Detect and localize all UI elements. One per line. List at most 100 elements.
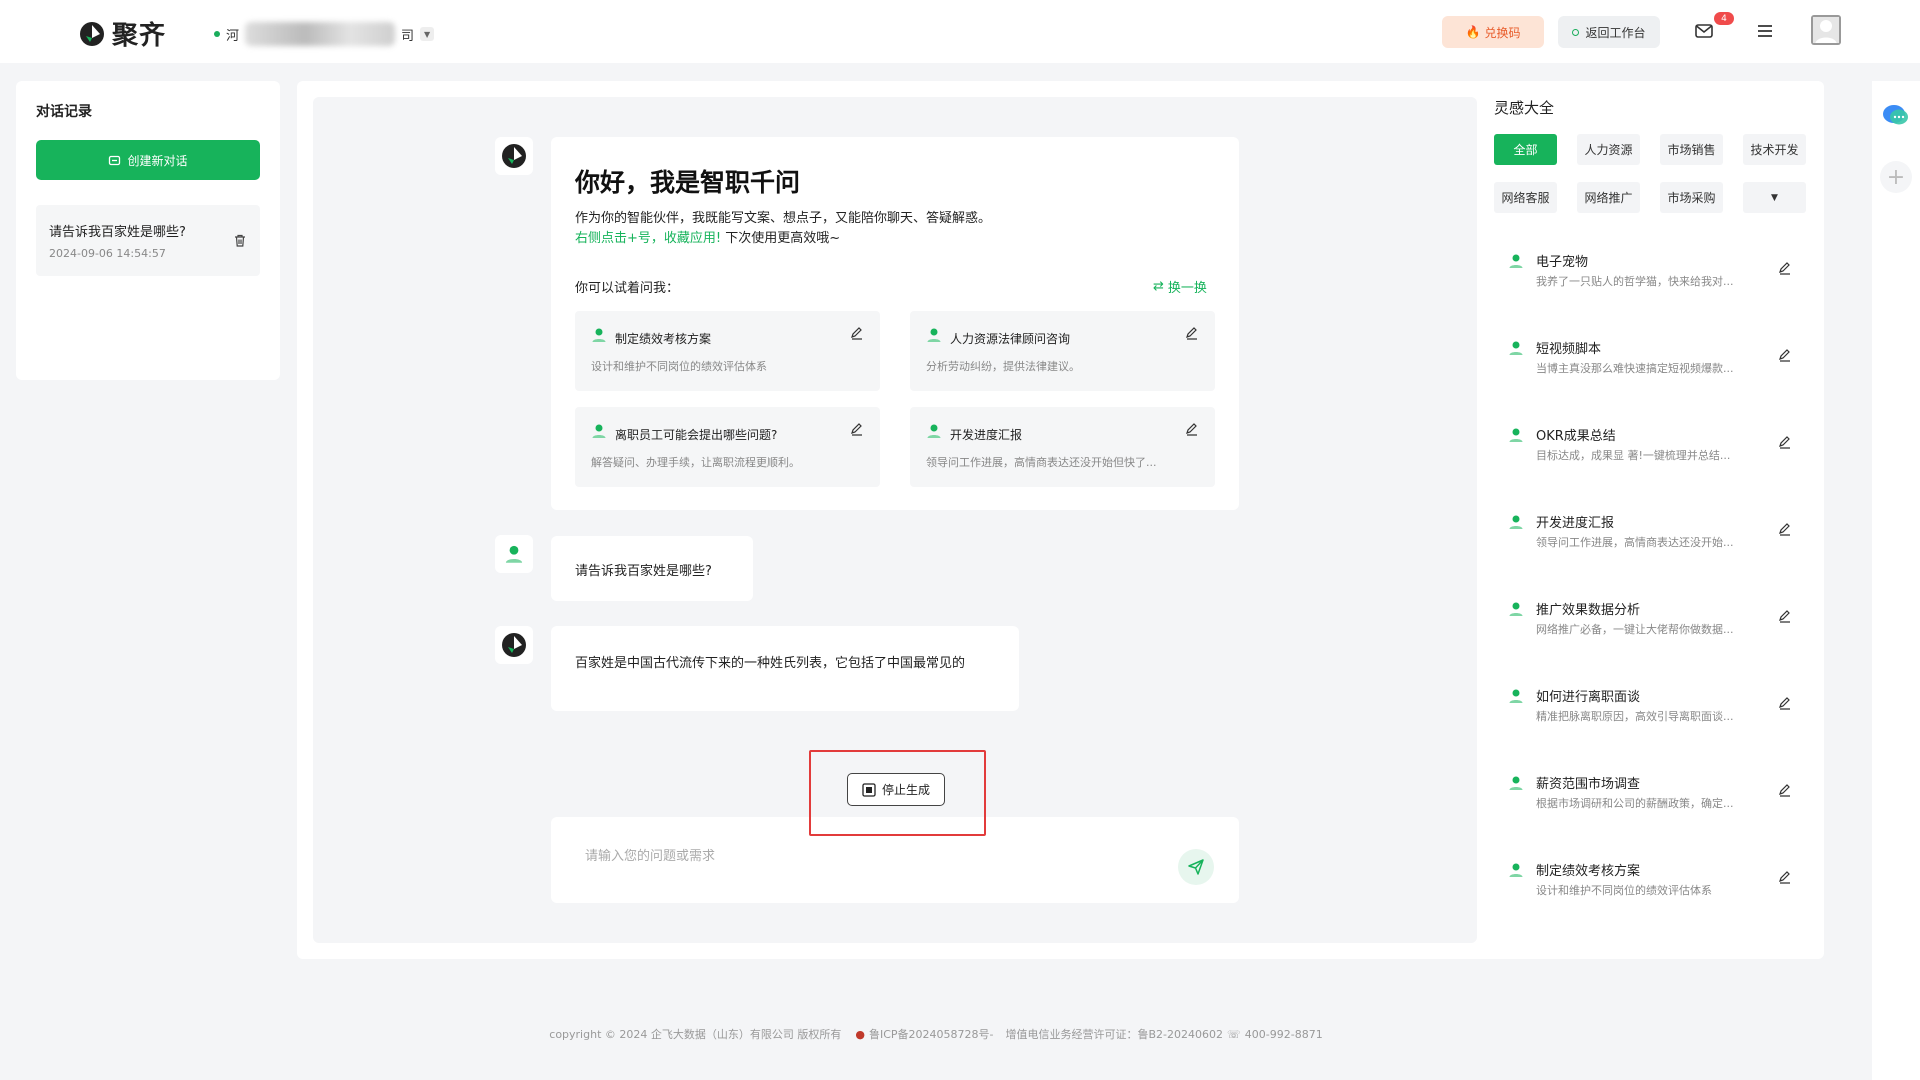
org-selector[interactable]: 河 司 ▼ bbox=[214, 22, 435, 46]
inspiration-item-desc: 精准把脉离职原因，高效引导离职面谈... bbox=[1536, 710, 1734, 723]
person-icon bbox=[926, 423, 942, 439]
conversation-sidebar: 对话记录 创建新对话 请告诉我百家姓是哪些? 2024-09-06 14:54:… bbox=[16, 81, 280, 380]
person-icon bbox=[1508, 775, 1524, 791]
edit-icon[interactable] bbox=[1778, 348, 1792, 362]
back-to-workbench-button[interactable]: 返回工作台 bbox=[1558, 16, 1660, 48]
suggestion-card[interactable]: 离职员工可能会提出哪些问题? 解答疑问、办理手续，让离职流程更顺利。 bbox=[575, 407, 880, 487]
person-icon bbox=[926, 327, 942, 343]
bot-message: 百家姓是中国古代流传下来的一种姓氏列表，它包括了中国最常见的 bbox=[551, 626, 1019, 711]
suggestion-card[interactable]: 人力资源法律顾问咨询 分析劳动纠纷，提供法律建议。 bbox=[910, 311, 1215, 391]
menu-icon[interactable] bbox=[1756, 22, 1774, 40]
bot-logo-icon bbox=[502, 144, 526, 168]
inspiration-item-desc: 领导问工作进展，高情商表达还没开始... bbox=[1536, 536, 1734, 549]
inspiration-item[interactable]: 如何进行离职面谈 精准把脉离职原因，高效引导离职面谈... bbox=[1494, 678, 1806, 748]
suggestion-desc: 领导问工作进展，高情商表达还没开始但快了... bbox=[926, 456, 1157, 469]
back-label: 返回工作台 bbox=[1585, 25, 1646, 40]
tags-more-dropdown[interactable]: ▼ bbox=[1743, 182, 1806, 213]
edit-icon[interactable] bbox=[1778, 783, 1792, 797]
mail-icon[interactable] bbox=[1694, 21, 1714, 41]
edit-icon[interactable] bbox=[1778, 522, 1792, 536]
inspiration-item[interactable]: 薪资范围市场调查 根据市场调研和公司的薪酬政策，确定... bbox=[1494, 765, 1806, 835]
redeem-label: 兑换码 bbox=[1484, 25, 1521, 40]
inspiration-item[interactable]: 推广效果数据分析 网络推广必备，一键让大佬帮你做数据... bbox=[1494, 591, 1806, 661]
edit-icon[interactable] bbox=[1778, 261, 1792, 275]
person-icon bbox=[1508, 601, 1524, 617]
inspiration-item-desc: 设计和维护不同岗位的绩效评估体系 bbox=[1536, 884, 1712, 897]
user-avatar[interactable] bbox=[1811, 15, 1841, 45]
edit-icon[interactable] bbox=[1778, 870, 1792, 884]
police-badge-icon: ● bbox=[855, 1027, 865, 1041]
send-button[interactable] bbox=[1178, 849, 1214, 885]
inspiration-item[interactable]: 开发进度汇报 领导问工作进展，高情商表达还没开始... bbox=[1494, 504, 1806, 574]
footer-phone: 400-992-8871 bbox=[1244, 1027, 1323, 1041]
chat-input[interactable] bbox=[585, 843, 1145, 867]
person-icon bbox=[1508, 253, 1524, 269]
logo[interactable]: 聚齐 bbox=[78, 15, 166, 52]
add-app-button[interactable]: + bbox=[1880, 161, 1912, 193]
bot-avatar bbox=[495, 626, 533, 664]
suggestion-desc: 解答疑问、办理手续，让离职流程更顺利。 bbox=[591, 456, 800, 469]
edit-icon[interactable] bbox=[850, 326, 864, 340]
tag-tech-dev[interactable]: 技术开发 bbox=[1743, 134, 1806, 165]
inspiration-item-title: 如何进行离职面谈 bbox=[1536, 690, 1641, 705]
sidebar-title: 对话记录 bbox=[36, 104, 92, 120]
welcome-heading: 你好，我是智职千问 bbox=[575, 168, 801, 197]
tag-marketing-sales[interactable]: 市场销售 bbox=[1660, 134, 1723, 165]
phone-icon: ☏ bbox=[1227, 1027, 1241, 1041]
person-icon bbox=[1508, 688, 1524, 704]
inspiration-item-title: 制定绩效考核方案 bbox=[1536, 864, 1641, 879]
welcome-tip-rest: 下次使用更高效哦~ bbox=[721, 231, 841, 246]
workbench-dot-icon bbox=[1572, 28, 1580, 36]
tag-all[interactable]: 全部 bbox=[1494, 134, 1557, 165]
suggestion-title: 开发进度汇报 bbox=[950, 428, 1023, 442]
inspiration-item-desc: 当博主真没那么难快速搞定短视频爆款... bbox=[1536, 362, 1734, 375]
suggestion-card[interactable]: 制定绩效考核方案 设计和维护不同岗位的绩效评估体系 bbox=[575, 311, 880, 391]
right-rail: + bbox=[1872, 81, 1920, 1080]
new-chat-button[interactable]: 创建新对话 bbox=[36, 140, 260, 180]
edit-icon[interactable] bbox=[1185, 326, 1199, 340]
tag-online-promotion[interactable]: 网络推广 bbox=[1577, 182, 1640, 213]
tag-online-service[interactable]: 网络客服 bbox=[1494, 182, 1557, 213]
inspiration-item-title: 推广效果数据分析 bbox=[1536, 603, 1641, 618]
inspiration-item-title: 电子宠物 bbox=[1536, 255, 1589, 270]
person-icon bbox=[591, 327, 607, 343]
inspiration-item-title: 薪资范围市场调查 bbox=[1536, 777, 1641, 792]
edit-icon[interactable] bbox=[850, 422, 864, 436]
inspiration-item[interactable]: OKR成果总结 目标达成，成果显 著!一键梳理并总结... bbox=[1494, 417, 1806, 487]
try-label: 你可以试着问我： bbox=[575, 281, 680, 296]
trash-icon[interactable] bbox=[233, 233, 247, 248]
inspiration-item[interactable]: 短视频脚本 当博主真没那么难快速搞定短视频爆款... bbox=[1494, 330, 1806, 400]
chevron-down-icon[interactable]: ▼ bbox=[420, 27, 435, 41]
edit-icon[interactable] bbox=[1778, 696, 1792, 710]
inspiration-item-title: OKR成果总结 bbox=[1536, 429, 1616, 444]
inspiration-title: 灵感大全 bbox=[1494, 99, 1555, 117]
suggestion-title: 人力资源法律顾问咨询 bbox=[950, 332, 1071, 346]
bot-logo-icon bbox=[502, 633, 526, 657]
footer-copyright: copyright © 2024 企飞大数据（山东）有限公司 版权所有 bbox=[549, 1028, 842, 1041]
suggestion-title: 制定绩效考核方案 bbox=[615, 332, 712, 346]
redeem-button[interactable]: 🔥 兑换码 bbox=[1442, 16, 1544, 48]
swap-button[interactable]: ⇄ 换一换 bbox=[1153, 277, 1207, 296]
inspiration-item[interactable]: 制定绩效考核方案 设计和维护不同岗位的绩效评估体系 bbox=[1494, 852, 1806, 922]
person-icon bbox=[1508, 427, 1524, 443]
person-icon bbox=[505, 545, 523, 563]
edit-icon[interactable] bbox=[1778, 609, 1792, 623]
welcome-tip: 右侧点击+号，收藏应用! 下次使用更高效哦~ bbox=[575, 227, 840, 246]
logo-icon bbox=[80, 21, 104, 46]
user-message-avatar bbox=[495, 535, 533, 573]
suggestion-desc: 分析劳动纠纷，提供法律建议。 bbox=[926, 360, 1080, 373]
user-message-text: 请告诉我百家姓是哪些? bbox=[575, 564, 712, 579]
tag-procurement[interactable]: 市场采购 bbox=[1660, 182, 1723, 213]
footer-icp[interactable]: 鲁ICP备2024058728号- bbox=[869, 1026, 994, 1042]
chat-bubble-icon[interactable] bbox=[1882, 103, 1910, 129]
suggestion-card[interactable]: 开发进度汇报 领导问工作进展，高情商表达还没开始但快了... bbox=[910, 407, 1215, 487]
history-item[interactable]: 请告诉我百家姓是哪些? 2024-09-06 14:54:57 bbox=[36, 205, 260, 276]
stop-generating-button[interactable]: 停止生成 bbox=[847, 773, 945, 806]
edit-icon[interactable] bbox=[1185, 422, 1199, 436]
inspiration-item[interactable]: 电子宠物 我养了一只贴人的哲学猫，快来给我对... bbox=[1494, 243, 1806, 313]
edit-icon[interactable] bbox=[1778, 435, 1792, 449]
footer: copyright © 2024 企飞大数据（山东）有限公司 版权所有 ● 鲁I… bbox=[0, 1026, 1872, 1042]
tag-hr[interactable]: 人力资源 bbox=[1577, 134, 1640, 165]
inspiration-item-desc: 根据市场调研和公司的薪酬政策，确定... bbox=[1536, 797, 1734, 810]
history-time: 2024-09-06 14:54:57 bbox=[49, 247, 166, 260]
